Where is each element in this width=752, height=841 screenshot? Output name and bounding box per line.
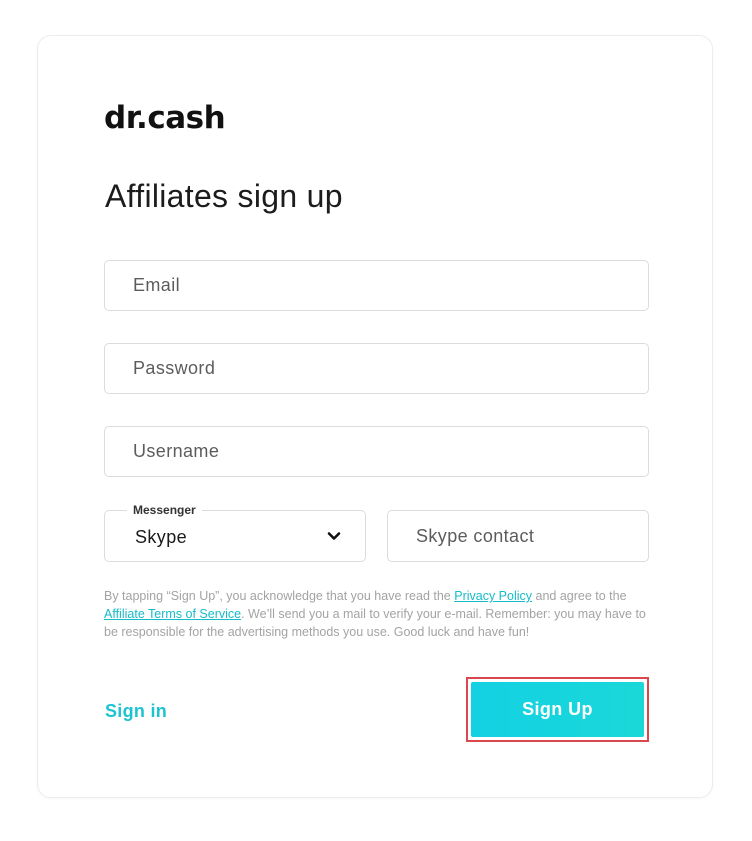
legal-notice: By tapping “Sign Up”, you acknowledge th…	[104, 587, 649, 641]
signup-card: dr.cash Affiliates sign up Messenger Sky…	[37, 35, 713, 798]
sign-up-highlight: Sign Up	[466, 677, 649, 742]
sign-in-link[interactable]: Sign in	[105, 699, 167, 723]
messenger-select[interactable]: Messenger Skype	[104, 503, 366, 562]
sign-up-button[interactable]: Sign Up	[471, 682, 644, 737]
messenger-label: Messenger	[127, 503, 202, 517]
messenger-contact-field[interactable]	[388, 511, 648, 561]
chevron-down-icon	[327, 532, 341, 540]
terms-of-service-link[interactable]: Affiliate Terms of Service	[104, 607, 241, 621]
messenger-contact-wrapper	[387, 510, 649, 562]
legal-text-2: and agree to the	[532, 589, 627, 603]
email-field[interactable]	[105, 261, 648, 310]
password-field-wrapper	[104, 343, 649, 394]
password-field[interactable]	[105, 344, 648, 393]
username-field-wrapper	[104, 426, 649, 477]
username-field[interactable]	[105, 427, 648, 476]
legal-text-1: By tapping “Sign Up”, you acknowledge th…	[104, 589, 455, 603]
messenger-selected-value: Skype	[135, 527, 188, 547]
privacy-policy-link[interactable]: Privacy Policy	[454, 589, 532, 603]
brand-logo: dr.cash	[104, 100, 226, 136]
email-field-wrapper	[104, 260, 649, 311]
page-title: Affiliates sign up	[105, 178, 343, 214]
